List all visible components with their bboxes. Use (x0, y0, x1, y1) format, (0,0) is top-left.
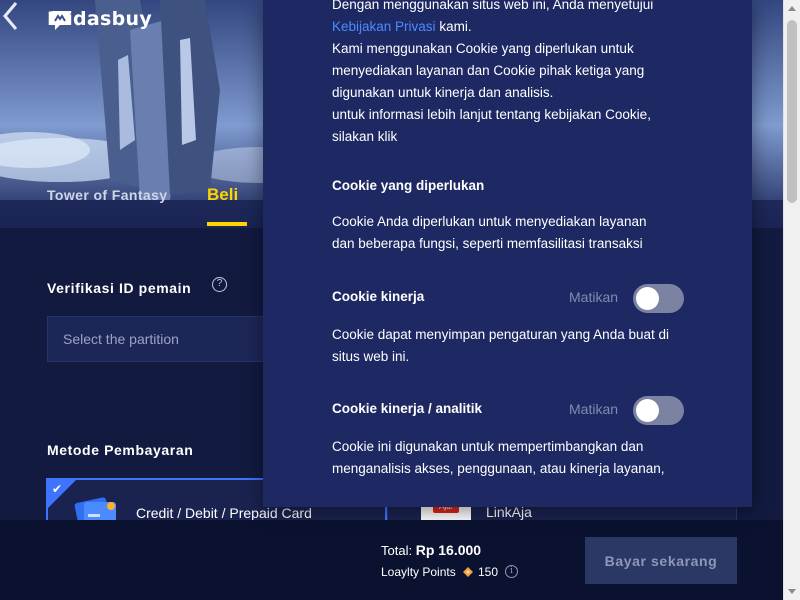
partition-select[interactable]: Select the partition (47, 316, 287, 362)
check-icon: ✔ (52, 482, 63, 496)
analytics-cookies-toggle[interactable] (633, 396, 684, 425)
cookie-intro-p2-l2: menyediakan layanan dan Cookie pihak ket… (332, 63, 645, 78)
cookie-intro-p3-l2: silakan klik (332, 129, 398, 144)
toggle-knob (636, 399, 659, 422)
analytics-cookies-desc-l1: Cookie ini digunakan untuk mempertimbang… (332, 439, 644, 454)
midasbuy-logo-icon (50, 11, 70, 30)
cookie-intro-p2-l1: Kami menggunakan Cookie yang diperlukan … (332, 41, 634, 56)
payment-method-title: Metode Pembayaran (47, 442, 194, 458)
total-value: Rp 16.000 (415, 542, 482, 558)
scroll-thumb[interactable] (787, 20, 797, 203)
cookie-intro-p3-l1: untuk informasi lebih lanjut tentang keb… (332, 107, 651, 122)
help-icon[interactable]: ? (212, 277, 227, 292)
performance-cookies-heading: Cookie kinerja (332, 289, 425, 304)
performance-cookies-toggle[interactable] (633, 284, 684, 313)
required-cookies-desc-l2: dan beberapa fungsi, seperti memfasilita… (332, 236, 643, 251)
cookie-settings-panel: Dengan menggunakan situs web ini, Anda m… (263, 0, 752, 507)
privacy-policy-link[interactable]: Kebijakan Privasi (332, 19, 436, 34)
carousel-prev-chevron-icon[interactable] (0, 0, 20, 32)
loyalty-coin-icon (463, 567, 473, 577)
loyalty-points-value: 150 (478, 565, 499, 579)
performance-cookies-desc-l2: situs web ini. (332, 349, 410, 364)
pay-now-button[interactable]: Bayar sekarang (585, 537, 737, 584)
player-id-title: Verifikasi ID pemain (47, 280, 192, 296)
loyalty-points-label: Loaylty Points (381, 565, 456, 579)
page-scrollbar[interactable] (783, 0, 800, 600)
payment-option-label: Credit / Debit / Prepaid Card (136, 505, 312, 521)
performance-toggle-label: Matikan (569, 289, 619, 305)
scroll-up-arrow-icon[interactable] (788, 6, 796, 11)
tab-buy[interactable]: Beli (207, 185, 238, 205)
analytics-toggle-label: Matikan (569, 401, 619, 417)
midasbuy-logo[interactable]: Midasbuy (47, 8, 152, 30)
cookie-intro-p2-l3: digunakan untuk kinerja dan analisis. (332, 85, 554, 100)
privacy-suffix: kami. (435, 19, 472, 34)
cookie-intro-privacy: Kebijakan Privasi kami. (332, 16, 692, 38)
cookie-intro-line1: Dengan menggunakan situs web ini, Anda m… (332, 0, 654, 12)
order-total: Total: Rp 16.000 (381, 542, 481, 558)
game-name: Tower of Fantasy (47, 187, 168, 203)
total-label: Total: (381, 543, 413, 558)
info-icon[interactable]: i (505, 565, 518, 578)
analytics-cookies-desc-l2: menganalisis akses, penggunaan, atau kin… (332, 461, 665, 476)
required-cookies-desc-l1: Cookie Anda diperlukan untuk menyediakan… (332, 214, 647, 229)
analytics-cookies-heading: Cookie kinerja / analitik (332, 401, 483, 416)
active-tab-underline (207, 222, 247, 226)
required-cookies-heading: Cookie yang diperlukan (332, 178, 485, 193)
scroll-down-arrow-icon[interactable] (788, 589, 796, 594)
performance-cookies-desc-l1: Cookie dapat menyimpan pengaturan yang A… (332, 327, 669, 342)
toggle-knob (636, 287, 659, 310)
